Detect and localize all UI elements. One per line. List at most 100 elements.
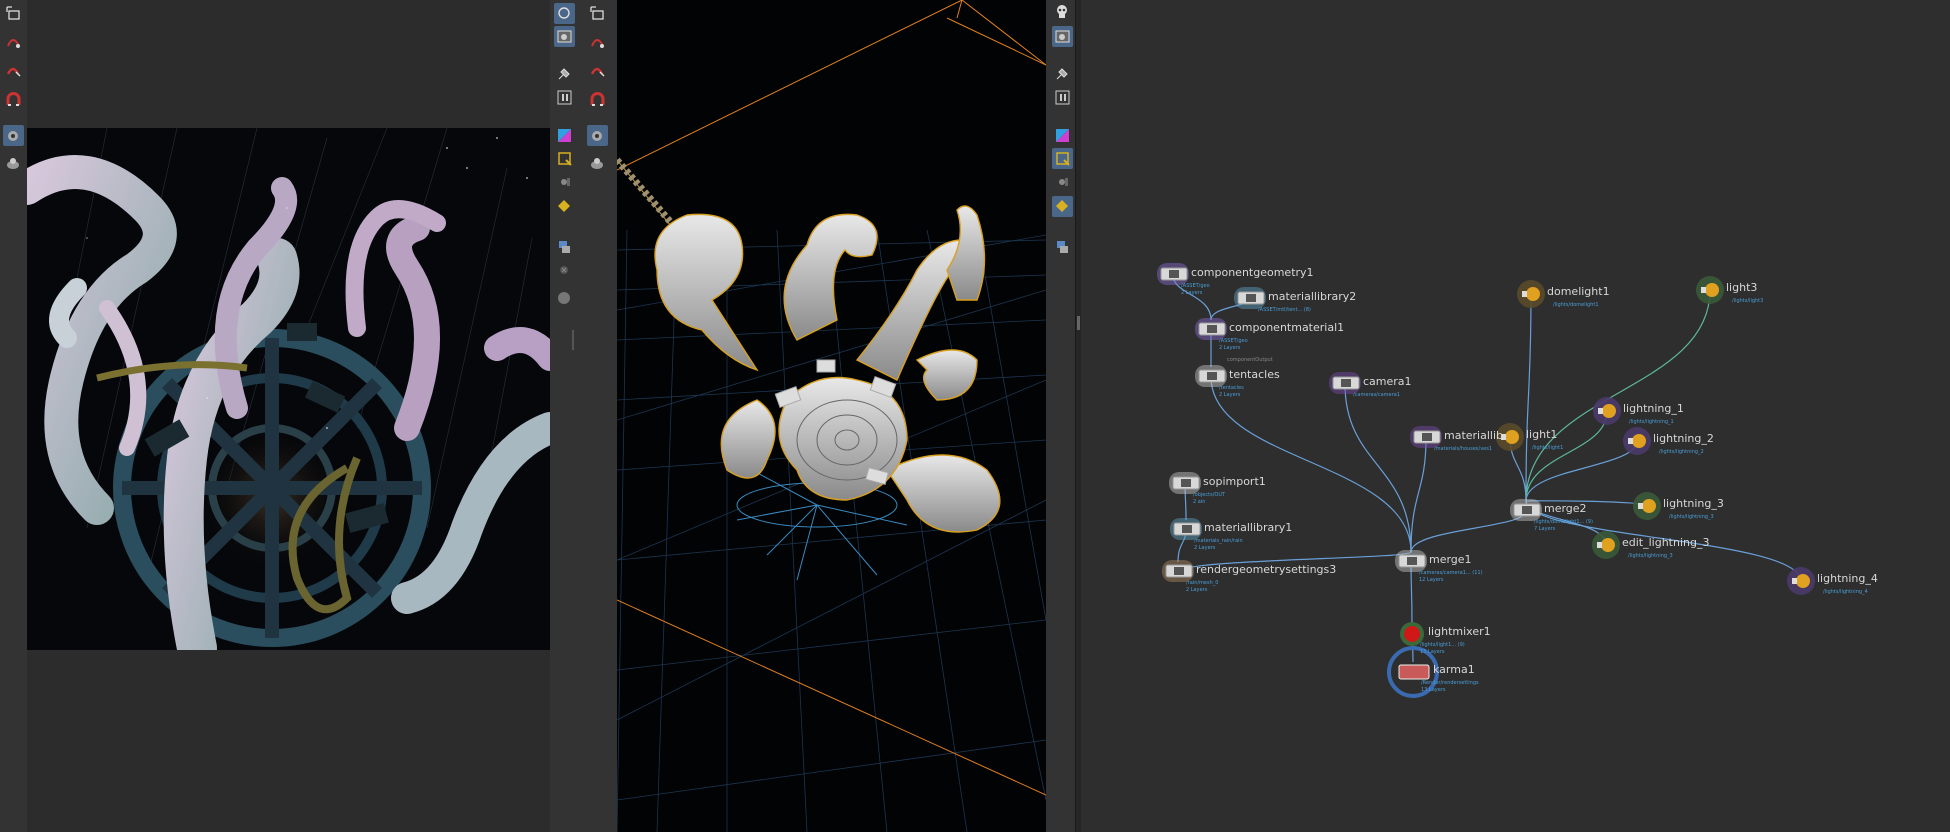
render-image[interactable]	[27, 128, 550, 650]
node-layers-tentacles: 2 Layers	[1219, 392, 1241, 398]
node-label-rendergeometrysettings3[interactable]: rendergeometrysettings3	[1196, 563, 1336, 576]
node-layers-rendergeometrysettings3: 2 Layers	[1186, 587, 1208, 593]
wire-lightning_1-merge2[interactable]	[1525, 410, 1608, 502]
node-label-componentgeometry1[interactable]: componentgeometry1	[1191, 266, 1314, 279]
region-select-icon[interactable]	[1052, 148, 1073, 169]
node-layers-lightmixer1: 13 Layers	[1420, 649, 1445, 655]
node-camera1[interactable]	[1329, 372, 1361, 394]
node-path-materiallibrary1: /materials_rain/rain	[1194, 538, 1243, 544]
node-path-lightning_4: /lights/lightning_4	[1823, 589, 1868, 595]
node-label-karma1[interactable]: karma1	[1433, 663, 1475, 676]
box-select-icon[interactable]	[587, 3, 608, 24]
node-path-edit_lightning_3: /lights/lightning_3	[1628, 553, 1673, 559]
diamond-icon[interactable]	[1052, 196, 1073, 217]
node-merge2[interactable]	[1510, 499, 1542, 521]
node-label-domelight1[interactable]: domelight1	[1547, 285, 1610, 298]
snap-curve-icon[interactable]	[587, 31, 608, 52]
scene-view-icon[interactable]	[554, 3, 575, 24]
node-layers-sopimport1: 2 ain	[1193, 499, 1206, 505]
node-tentacles[interactable]	[1195, 365, 1227, 387]
node-label-camera1[interactable]: camera1	[1363, 375, 1412, 388]
box-select-icon[interactable]	[3, 3, 24, 24]
color-correct-icon[interactable]	[554, 125, 575, 146]
wire-merge2-merge1[interactable]	[1410, 510, 1527, 553]
snap-curve-icon[interactable]	[3, 31, 24, 52]
render-icon[interactable]	[1052, 172, 1073, 193]
pause-icon[interactable]	[554, 87, 575, 108]
render-camera-icon[interactable]	[3, 125, 24, 146]
render-icon[interactable]	[554, 172, 575, 193]
node-label-materiallibrary1[interactable]: materiallibrary1	[1204, 521, 1292, 534]
node-edit_lightning_3[interactable]	[1592, 531, 1620, 559]
node-label-edit_lightning_3[interactable]: edit_lightning_3	[1622, 536, 1709, 549]
node-materiallib[interactable]	[1410, 426, 1442, 448]
node-subtitle-tentacles: componentOutput	[1227, 357, 1273, 363]
diamond-icon[interactable]	[554, 196, 575, 217]
snap-point-icon[interactable]	[3, 60, 24, 81]
node-path-tentacles: /tentacles	[1219, 385, 1244, 391]
node-materiallibrary2[interactable]	[1234, 287, 1266, 309]
render-region-icon[interactable]	[1052, 26, 1073, 47]
pin-icon[interactable]	[554, 63, 575, 84]
node-componentgeometry1[interactable]	[1157, 263, 1189, 285]
node-sopimport1[interactable]	[1169, 472, 1201, 494]
3d-viewport[interactable]	[617, 0, 1046, 832]
multi-view-icon[interactable]	[1052, 237, 1073, 258]
node-domelight1[interactable]	[1517, 280, 1545, 308]
network-editor-pane[interactable]: componentgeometry1/ASSET/geo 2 Layers mate…	[1081, 0, 1950, 832]
node-label-lightning_1[interactable]: lightning_1	[1623, 402, 1684, 415]
node-label-light1[interactable]: light1	[1526, 428, 1557, 441]
node-label-componentmaterial1[interactable]: componentmaterial1	[1229, 321, 1344, 334]
node-lightning_4[interactable]	[1787, 567, 1815, 595]
node-path-light3: /lights/light3	[1732, 298, 1764, 304]
render-camera-icon[interactable]	[587, 125, 608, 146]
render-region-icon[interactable]	[554, 26, 575, 47]
node-lightning_3[interactable]	[1633, 492, 1661, 520]
multi-view-icon[interactable]	[554, 237, 575, 258]
render-view-toolbar	[0, 0, 27, 832]
snapshot-icon[interactable]	[3, 153, 24, 174]
close-icon[interactable]	[554, 260, 575, 281]
magnet-icon[interactable]	[3, 89, 24, 110]
snapshot-icon[interactable]	[587, 153, 608, 174]
color-correct-icon[interactable]	[1052, 125, 1073, 146]
magnet-icon[interactable]	[587, 89, 608, 110]
node-label-materiallibrary2[interactable]: materiallibrary2	[1268, 290, 1356, 303]
node-layers-merge2: 7 Layers	[1534, 526, 1556, 532]
pause-icon[interactable]	[1052, 87, 1073, 108]
node-path-rendergeometrysettings3: /rain/mesh_0	[1186, 580, 1219, 586]
node-label-merge1[interactable]: merge1	[1429, 553, 1472, 566]
node-layers-merge1: 12 Layers	[1419, 577, 1444, 583]
node-path-merge1: /cameras/camera1... (11)	[1419, 570, 1483, 576]
node-rendergeometrysettings3[interactable]	[1162, 560, 1194, 582]
node-path-domelight1: /lights/domelight1	[1553, 302, 1599, 308]
node-label-tentacles[interactable]: tentacles	[1229, 368, 1280, 381]
pin-icon[interactable]	[1052, 63, 1073, 84]
node-label-lightning_3[interactable]: lightning_3	[1663, 497, 1724, 510]
skull-icon[interactable]	[1052, 1, 1073, 22]
node-light3[interactable]	[1696, 276, 1724, 304]
node-lightning_2[interactable]	[1623, 427, 1651, 455]
node-materiallibrary1[interactable]	[1170, 518, 1202, 540]
node-label-materiallib[interactable]: materiallib	[1444, 429, 1503, 442]
wire-domelight1-merge2[interactable]	[1525, 293, 1532, 502]
node-label-light3[interactable]: light3	[1726, 281, 1757, 294]
node-merge1[interactable]	[1395, 550, 1427, 572]
node-layers-componentmaterial1: 2 Layers	[1219, 345, 1241, 351]
node-label-lightning_2[interactable]: lightning_2	[1653, 432, 1714, 445]
node-label-lightning_4[interactable]: lightning_4	[1817, 572, 1878, 585]
rendered-tentacles-image	[27, 128, 550, 650]
node-lightning_1[interactable]	[1593, 397, 1621, 425]
3d-scene	[617, 0, 1046, 832]
node-label-sopimport1[interactable]: sopimport1	[1203, 475, 1266, 488]
node-label-lightmixer1[interactable]: lightmixer1	[1428, 625, 1491, 638]
sphere-icon[interactable]	[554, 288, 575, 309]
node-componentmaterial1[interactable]	[1195, 318, 1227, 340]
node-label-merge2[interactable]: merge2	[1544, 502, 1587, 515]
wire-camera1-merge1[interactable]	[1344, 383, 1412, 553]
region-select-icon[interactable]	[554, 148, 575, 169]
snap-point-icon[interactable]	[587, 60, 608, 81]
wire-materiallib-merge1[interactable]	[1410, 437, 1427, 553]
wire-light3-merge2[interactable]	[1525, 289, 1711, 502]
node-path-lightmixer1: /lights/light1... (9)	[1420, 642, 1465, 648]
